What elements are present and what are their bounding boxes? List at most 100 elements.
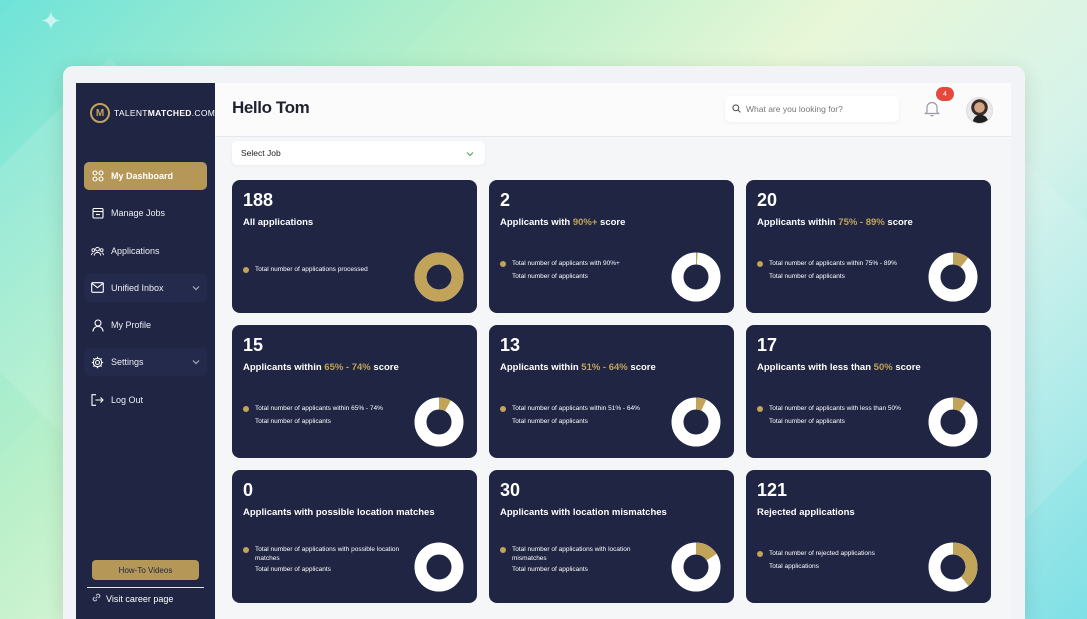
select-job-dropdown[interactable]: Select Job [232,141,485,165]
donut-chart [671,397,721,447]
stat-title: Rejected applications [757,507,855,518]
visit-career-page-link[interactable]: Visit career page [92,593,173,604]
search-bar[interactable] [725,96,899,122]
career-link-label: Visit career page [106,593,174,604]
people-icon [91,244,104,257]
donut-chart [414,542,464,592]
legend-secondary: Total number of applicants [769,273,845,280]
stat-count: 188 [243,190,274,210]
sidebar-item-log-out[interactable]: Log Out [84,386,207,414]
legend-dot [500,405,506,412]
stat-title: Applicants within 51% - 64% score [500,362,656,373]
legend-primary-cont: matches [255,555,280,562]
stat-title: Applicants within 75% - 89% score [757,217,913,228]
donut-remainder [414,542,464,592]
stat-title: Applicants with location mismatches [500,507,667,518]
notification-bell-icon[interactable] [924,100,940,122]
sidebar-divider [87,587,204,588]
stat-card-7[interactable]: 0 Applicants with possible location match… [232,470,477,603]
stat-card-6[interactable]: 17 Applicants with less than 50% score Tot… [746,325,991,458]
legend-dot [500,546,506,553]
stat-card-3[interactable]: 20 Applicants within 75% - 89% score Total… [746,180,991,313]
sidebar-nav: My Dashboard Manage Jobs Applications Un… [84,162,207,423]
stat-card-5[interactable]: 13 Applicants within 51% - 64% score Total… [489,325,734,458]
legend-secondary: Total applications [769,563,819,570]
donut-chart [928,397,978,447]
donut-chart [671,252,721,302]
page-title: Hello Tom [232,98,310,117]
sidebar-item-label: My Profile [111,320,152,331]
sidebar-item-manage-jobs[interactable]: Manage Jobs [84,199,207,227]
donut-chart [928,252,978,302]
stat-card-8[interactable]: 30 Applicants with location mismatches Tot… [489,470,734,603]
sidebar-item-my-profile[interactable]: My Profile [84,311,207,339]
brand-logo[interactable]: M TALENTMATCHED.COM [90,103,215,123]
legend-dot [757,405,763,412]
legend-primary: Total number of rejected applications [757,550,875,557]
stat-count: 13 [500,335,521,355]
stat-title: Applicants within 65% - 74% score [243,362,399,373]
stat-count: 15 [243,335,264,355]
donut-chart [414,397,464,447]
donut-chart [671,542,721,592]
stat-card-4[interactable]: 15 Applicants within 65% - 74% score Total… [232,325,477,458]
search-icon [732,100,741,118]
notification-badge: 4 [936,87,954,101]
stat-count: 0 [243,480,254,500]
legend-secondary: Total number of applicants [512,273,588,280]
background-leaf-icon: ✦ [40,6,62,36]
legend-secondary: Total number of applicants [255,566,331,573]
logo-text: TALENTMATCHED.COM [114,108,216,118]
legend-secondary: Total number of applicants [512,418,588,425]
select-job-value: Select Job [241,148,281,158]
sidebar-item-label: Unified Inbox [111,282,164,293]
user-avatar[interactable] [966,97,993,124]
sidebar-item-label: Settings [111,357,144,368]
legend-primary: Total number of applicants within 75% - … [757,260,897,267]
legend-primary: Total number of applicants with less tha… [757,405,901,412]
sidebar-item-my-dashboard[interactable]: My Dashboard [84,162,207,190]
calendar-icon [91,207,104,220]
stat-title: Applicants with possible location matche… [243,507,435,518]
grid-icon [91,170,104,183]
how-to-videos-button[interactable]: How-To Videos [92,560,199,580]
sidebar-item-label: My Dashboard [111,171,174,181]
gear-icon [91,356,104,369]
sidebar: M TALENTMATCHED.COM My Dashboard Manage … [76,83,215,619]
legend-primary: Total number of applicants within 51% - … [500,405,640,412]
sidebar-item-label: Log Out [111,394,144,405]
donut-segment [414,252,464,302]
stat-count: 30 [500,480,521,500]
sidebar-item-label: Manage Jobs [111,208,166,219]
sidebar-item-unified-inbox[interactable]: Unified Inbox [84,273,207,302]
legend-primary: Total number of applications with locati… [500,546,631,553]
legend-primary: Total number of applications processed [243,266,368,273]
legend-dot [757,260,763,267]
legend-dot [757,550,763,557]
stat-card-9[interactable]: 121 Rejected applications Total number of … [746,470,991,603]
sidebar-item-applications[interactable]: Applications [84,237,207,265]
legend-secondary: Total number of applicants [512,566,588,573]
legend-primary-cont: mismatches [512,555,547,562]
logout-icon [91,393,104,406]
stat-count: 121 [757,480,788,500]
user-icon [91,319,104,332]
legend-secondary: Total number of applicants [769,418,845,425]
donut-chart [414,252,464,302]
chevron-down-icon[interactable] [192,283,200,293]
app-window: M TALENTMATCHED.COM My Dashboard Manage … [76,83,1011,619]
legend-primary: Total number of applicants within 65% - … [243,405,383,412]
top-header: Hello Tom 4 [215,83,1011,137]
sidebar-item-settings[interactable]: Settings [84,348,207,377]
legend-dot [243,405,249,412]
stat-card-2[interactable]: 2 Applicants with 90%+ score Total number … [489,180,734,313]
logo-mark-icon: M [90,103,110,123]
legend-primary: Total number of applications with possib… [243,546,399,553]
stat-title: All applications [243,217,314,228]
legend-dot [243,546,249,553]
stat-card-1[interactable]: 188 All applications Total number of appli… [232,180,477,313]
stat-count: 2 [500,190,511,210]
chevron-down-icon[interactable] [192,357,200,367]
legend-dot [500,260,506,267]
search-input[interactable] [746,104,896,114]
